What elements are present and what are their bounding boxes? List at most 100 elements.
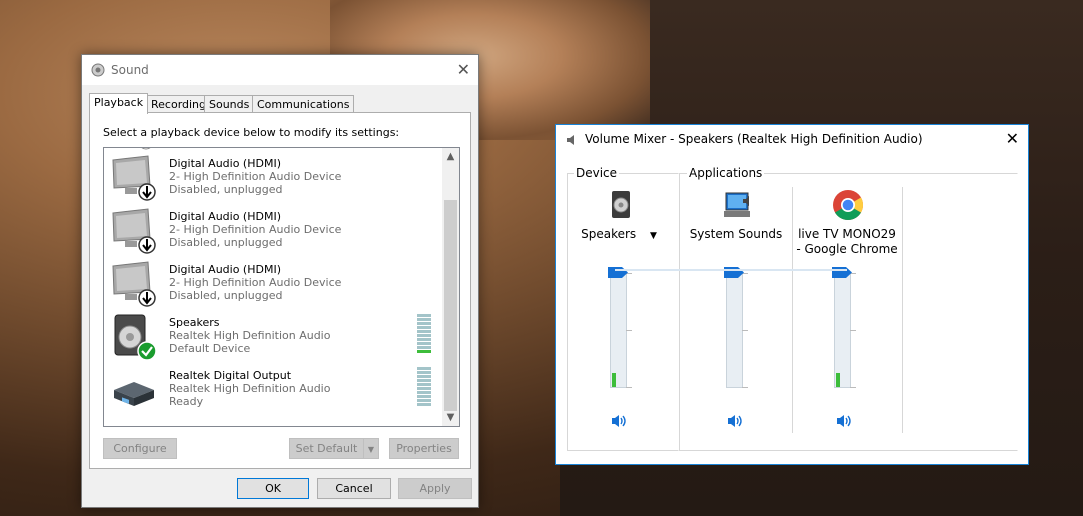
level-meter-segment	[417, 395, 431, 398]
speaker-default-icon	[114, 314, 157, 361]
device-description: 2- High Definition Audio Device	[169, 223, 342, 236]
monitor-disabled-icon	[112, 155, 156, 201]
channel-name: live TV MONO29 - Google Chrome	[796, 227, 898, 256]
level-meter-segment	[417, 322, 431, 325]
list-item[interactable]: Realtek Digital Output Realtek High Defi…	[104, 364, 442, 417]
channel-name: System Sounds	[689, 227, 783, 241]
sound-titlebar[interactable]: Sound ✕	[82, 55, 478, 85]
device-name: Speakers	[169, 316, 220, 329]
level-meter-segment	[417, 387, 431, 390]
device-selector[interactable]: Speakers ▼	[564, 227, 674, 244]
mixer-titlebar[interactable]: Volume Mixer - Speakers (Realtek High De…	[556, 125, 1028, 155]
properties-button[interactable]: Properties	[389, 438, 459, 459]
level-meter-segment	[417, 375, 431, 378]
set-default-button[interactable]: Set Default	[289, 438, 364, 459]
level-meter	[417, 367, 431, 407]
device-name: Realtek Digital Output	[169, 369, 292, 382]
level-meter	[417, 314, 431, 354]
device-description: Realtek High Definition Audio	[169, 329, 331, 342]
apply-button[interactable]: Apply	[398, 478, 472, 499]
volume-slider-track[interactable]	[610, 273, 627, 388]
channel-name: Speakers	[581, 227, 637, 241]
device-status: Disabled, unplugged	[169, 183, 283, 196]
level-meter-segment	[417, 367, 431, 370]
level-meter-segment	[417, 350, 431, 353]
device-description: 2- High Definition Audio Device	[169, 276, 342, 289]
level-meter-segment	[417, 334, 431, 337]
list-item[interactable]: Digital Audio (HDMI) 2- High Definition …	[104, 152, 442, 205]
tab-communications[interactable]: Communications	[252, 95, 355, 113]
list-item[interactable]: Speakers Realtek High Definition Audio D…	[104, 311, 442, 364]
ok-button[interactable]: OK	[237, 478, 309, 499]
device-description: Realtek High Definition Audio	[169, 382, 331, 395]
mixer-channel-speakers: Speakers ▼	[564, 187, 674, 449]
mute-chrome-icon[interactable]	[835, 412, 853, 430]
configure-button[interactable]: Configure	[103, 438, 177, 459]
level-meter-segment	[417, 371, 431, 374]
level-meter-segment	[417, 314, 431, 317]
digital-output-icon	[114, 382, 154, 406]
speaker-icon	[567, 135, 574, 145]
slider-ticks	[850, 273, 856, 388]
level-meter-segment	[417, 338, 431, 341]
tab-playback[interactable]: Playback	[89, 93, 149, 114]
peak-meter	[612, 373, 616, 387]
level-meter-segment	[417, 326, 431, 329]
device-group-label: Device	[574, 166, 620, 180]
close-icon[interactable]: ✕	[457, 60, 470, 79]
level-meter-segment	[417, 383, 431, 386]
tab-recording[interactable]: Recording	[146, 95, 212, 113]
level-meter-segment	[417, 318, 431, 321]
mute-system-sounds-icon[interactable]	[726, 412, 744, 430]
mixer-channel-system-sounds: System Sounds	[681, 187, 791, 449]
device-description: 2- High Definition Audio Device	[169, 170, 342, 183]
device-name: Digital Audio (HDMI)	[169, 210, 281, 223]
sound-app-icon	[91, 63, 105, 77]
monitor-disabled-icon	[112, 208, 156, 254]
volume-slider-track[interactable]	[834, 273, 851, 388]
monitor-disabled-icon	[141, 148, 151, 150]
slider-ticks	[742, 273, 748, 388]
chrome-icon	[833, 190, 864, 221]
monitor-disabled-icon	[112, 261, 156, 307]
volume-link-line	[615, 269, 847, 271]
set-default-dropdown[interactable]: ▼	[363, 438, 379, 459]
mixer-channel-chrome: live TV MONO29 - Google Chrome	[792, 187, 902, 449]
device-list-scrollbar[interactable]: ▲ ▼	[442, 148, 459, 426]
speaker-icon	[612, 191, 630, 218]
chevron-down-icon: ▼	[367, 445, 375, 454]
device-status: Disabled, unplugged	[169, 236, 283, 249]
list-item[interactable]: Digital Audio (HDMI) 2- High Definition …	[104, 205, 442, 258]
sound-dialog: Sound ✕ Playback Recording Sounds Commun…	[81, 54, 479, 508]
volume-slider-track[interactable]	[726, 273, 743, 388]
level-meter-segment	[417, 391, 431, 394]
volume-mixer-window: Volume Mixer - Speakers (Realtek High De…	[555, 124, 1029, 465]
scrollbar-thumb[interactable]	[444, 200, 457, 411]
device-name: Digital Audio (HDMI)	[169, 157, 281, 170]
device-name: Digital Audio (HDMI)	[169, 263, 281, 276]
level-meter-segment	[417, 342, 431, 345]
device-status: Disabled, unplugged	[169, 289, 283, 302]
playback-panel: Select a playback device below to modify…	[89, 112, 471, 469]
applications-group-label: Applications	[687, 166, 765, 180]
close-icon[interactable]: ✕	[1006, 129, 1019, 148]
scroll-down-icon[interactable]: ▼	[442, 409, 459, 426]
chevron-down-icon: ▼	[649, 231, 657, 241]
level-meter-segment	[417, 330, 431, 333]
device-list[interactable]: Digital Audio (HDMI) 2- High Definition …	[103, 147, 460, 427]
channel-divider	[902, 187, 903, 433]
scroll-up-icon[interactable]: ▲	[442, 148, 459, 165]
slider-ticks	[626, 273, 632, 388]
mute-speakers-icon[interactable]	[610, 412, 628, 430]
mixer-window-title: Volume Mixer - Speakers (Realtek High De…	[585, 132, 923, 146]
level-meter-segment	[417, 379, 431, 382]
instructions-text: Select a playback device below to modify…	[103, 126, 400, 139]
sound-window-title: Sound	[111, 63, 149, 77]
device-status: Ready	[169, 395, 204, 408]
list-item[interactable]: Digital Audio (HDMI) 2- High Definition …	[104, 258, 442, 311]
level-meter-segment	[417, 403, 431, 406]
level-meter-segment	[417, 346, 431, 349]
tab-sounds[interactable]: Sounds	[204, 95, 255, 113]
cancel-button[interactable]: Cancel	[317, 478, 391, 499]
peak-meter	[836, 373, 840, 387]
